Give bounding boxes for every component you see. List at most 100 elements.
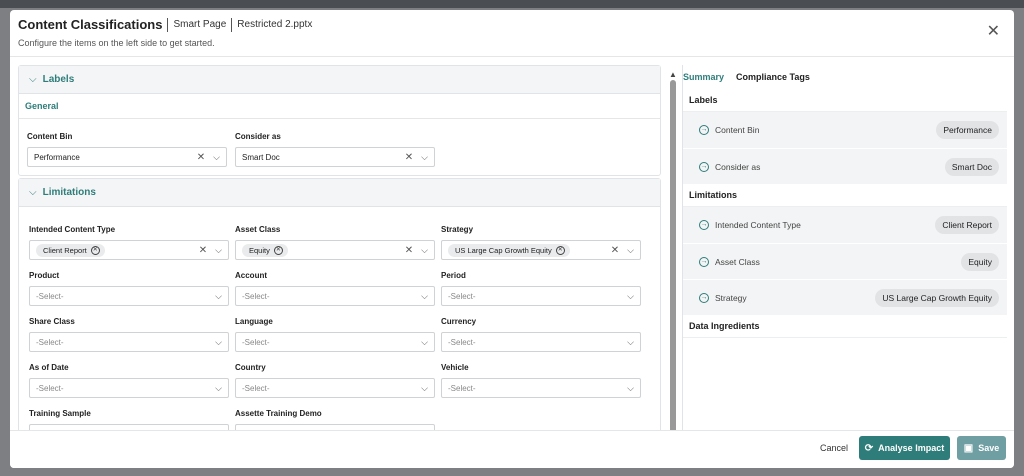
- account-placeholder: -Select-: [242, 291, 270, 301]
- save-icon: ▣: [963, 442, 974, 454]
- limitations-section: ⌵ Limitations Intended Content Type Clie…: [18, 178, 661, 431]
- chevron-down-icon[interactable]: ⌵: [421, 337, 428, 348]
- assette-training-demo-label: Assette Training Demo: [235, 409, 322, 418]
- tab-summary[interactable]: Summary: [683, 72, 724, 82]
- tab-divider: [19, 118, 660, 119]
- clear-icon[interactable]: ✕: [199, 245, 207, 256]
- asset-class-select[interactable]: Equity ✕ ✕ ⌵: [235, 240, 435, 260]
- clear-icon[interactable]: ✕: [611, 245, 619, 256]
- share-class-label: Share Class: [29, 317, 75, 326]
- remove-chip-icon[interactable]: ✕: [90, 245, 100, 255]
- summary-limitations-heading: Limitations: [683, 184, 1007, 207]
- arrow-right-icon: →: [699, 125, 709, 135]
- content-bin-label: Content Bin: [27, 132, 73, 141]
- product-placeholder: -Select-: [36, 291, 64, 301]
- account-select[interactable]: -Select- ⌵: [235, 286, 435, 306]
- tab-general[interactable]: General: [25, 101, 59, 111]
- currency-select[interactable]: -Select- ⌵: [441, 332, 641, 352]
- labels-section-header[interactable]: ⌵ Labels: [19, 66, 660, 94]
- arrow-right-icon: →: [699, 161, 709, 172]
- chevron-down-icon[interactable]: ⌵: [421, 291, 428, 302]
- chevron-down-icon[interactable]: ⌵: [215, 383, 222, 394]
- refresh-icon: ⟳: [864, 442, 874, 454]
- modal-header: Content Classifications Smart Page Restr…: [10, 10, 1014, 57]
- summary-row: → Content Bin Performance: [683, 112, 1007, 148]
- summary-row-label: Strategy: [715, 292, 747, 303]
- remove-chip-icon[interactable]: ✕: [555, 245, 565, 255]
- summary-row-value: US Large Cap Growth Equity: [875, 288, 999, 307]
- training-sample-label: Training Sample: [29, 409, 91, 418]
- language-select[interactable]: -Select- ⌵: [235, 332, 435, 352]
- intended-content-type-select[interactable]: Client Report ✕ ✕ ⌵: [29, 240, 229, 260]
- classification-modal: Content Classifications Smart Page Restr…: [10, 10, 1014, 468]
- crumb-file-name: Restricted 2.pptx: [237, 19, 313, 30]
- consider-as-select[interactable]: Smart Doc ✕ ⌵: [235, 147, 435, 167]
- chip-strategy: US Large Cap Growth Equity ✕: [448, 243, 570, 257]
- consider-as-label: Consider as: [235, 132, 281, 141]
- analyse-impact-button[interactable]: ⟳ Analyse Impact: [859, 436, 950, 460]
- share-class-select[interactable]: -Select- ⌵: [29, 332, 229, 352]
- remove-chip-icon[interactable]: ✕: [273, 245, 283, 255]
- country-select[interactable]: -Select- ⌵: [235, 378, 435, 398]
- summary-row-label: Consider as: [715, 161, 761, 172]
- country-placeholder: -Select-: [242, 383, 270, 393]
- chevron-down-icon[interactable]: ⌵: [421, 245, 428, 256]
- chevron-down-icon[interactable]: ⌵: [627, 383, 634, 394]
- vehicle-select[interactable]: -Select- ⌵: [441, 378, 641, 398]
- summary-row: → Strategy US Large Cap Growth Equity: [683, 279, 1007, 315]
- title-separator: [167, 17, 169, 32]
- arrow-right-icon: →: [699, 220, 709, 230]
- cancel-button[interactable]: Cancel: [820, 443, 848, 453]
- summary-pane: Summary Compliance Tags Labels → Content…: [682, 65, 1007, 431]
- backdrop: [0, 0, 1024, 8]
- labels-section-title: Labels: [42, 74, 75, 85]
- chevron-down-icon[interactable]: ⌵: [421, 152, 428, 163]
- strategy-select[interactable]: US Large Cap Growth Equity ✕ ✕ ⌵: [441, 240, 641, 260]
- consider-as-value: Smart Doc: [242, 152, 280, 162]
- summary-labels-heading: Labels: [683, 89, 1007, 112]
- product-select[interactable]: -Select- ⌵: [29, 286, 229, 306]
- chevron-down-icon[interactable]: ⌵: [627, 245, 634, 256]
- chevron-down-icon[interactable]: ⌵: [215, 245, 222, 256]
- left-scrollbar[interactable]: ▲: [669, 70, 677, 442]
- chevron-down-icon[interactable]: ⌵: [627, 337, 634, 348]
- chevron-down-icon[interactable]: ⌵: [215, 337, 222, 348]
- summary-data-ingredients-heading: Data Ingredients: [683, 315, 1007, 338]
- chevron-down-icon[interactable]: ⌵: [421, 383, 428, 394]
- summary-tabs: Summary Compliance Tags: [683, 65, 1007, 89]
- chevron-down-icon: ⌵: [29, 187, 37, 198]
- tab-compliance-tags[interactable]: Compliance Tags: [736, 72, 810, 82]
- chevron-down-icon[interactable]: ⌵: [627, 291, 634, 302]
- summary-row-value: Performance: [936, 121, 999, 139]
- summary-row-label: Content Bin: [715, 125, 760, 135]
- period-select[interactable]: -Select- ⌵: [441, 286, 641, 306]
- modal-footer: Cancel ⟳ Analyse Impact ▣ Save: [10, 430, 1014, 468]
- as-of-date-select[interactable]: -Select- ⌵: [29, 378, 229, 398]
- title-separator: [231, 17, 233, 32]
- currency-placeholder: -Select-: [448, 337, 476, 347]
- scroll-up-icon[interactable]: ▲: [669, 70, 677, 79]
- chevron-down-icon[interactable]: ⌵: [215, 291, 222, 302]
- country-label: Country: [235, 363, 266, 372]
- left-scroll-thumb[interactable]: [670, 80, 676, 442]
- left-pane: ⌵ Labels General Content Bin Performance…: [18, 65, 661, 431]
- summary-row-label: Intended Content Type: [715, 220, 801, 230]
- vehicle-placeholder: -Select-: [448, 383, 476, 393]
- share-class-placeholder: -Select-: [36, 337, 64, 347]
- clear-icon[interactable]: ✕: [405, 245, 413, 256]
- period-label: Period: [441, 271, 466, 280]
- limitations-section-title: Limitations: [42, 187, 96, 198]
- summary-row-value: Equity: [961, 252, 999, 271]
- limitations-section-header[interactable]: ⌵ Limitations: [19, 179, 660, 207]
- chip-equity: Equity ✕: [242, 243, 288, 257]
- close-icon[interactable]: ✕: [987, 24, 1000, 40]
- clear-icon[interactable]: ✕: [197, 152, 205, 163]
- summary-row: → Intended Content Type Client Report: [683, 207, 1007, 243]
- content-bin-select[interactable]: Performance ✕ ⌵: [27, 147, 227, 167]
- analyse-impact-label: Analyse Impact: [878, 443, 945, 453]
- as-of-date-label: As of Date: [29, 363, 69, 372]
- save-button[interactable]: ▣ Save: [957, 436, 1006, 460]
- clear-icon[interactable]: ✕: [405, 152, 413, 163]
- chevron-down-icon[interactable]: ⌵: [213, 152, 220, 163]
- period-placeholder: -Select-: [448, 291, 476, 301]
